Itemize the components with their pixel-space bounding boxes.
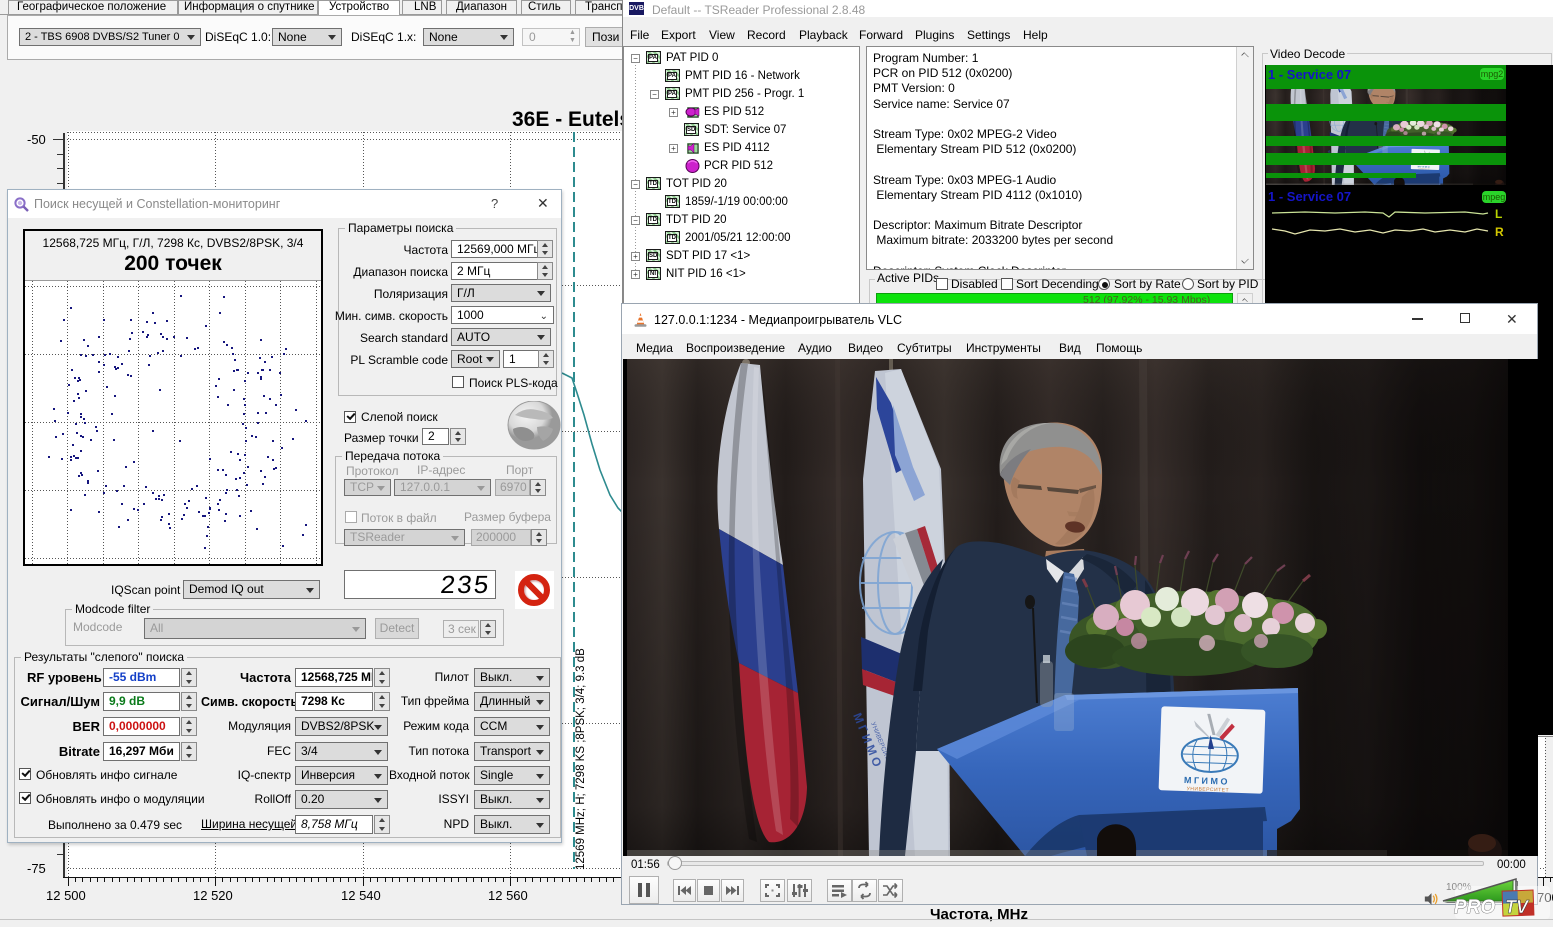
svg-text:L: L [1495, 207, 1502, 221]
svg-text:TV: TV [1505, 897, 1530, 917]
svg-text:R: R [1495, 225, 1504, 239]
svg-text:PRO: PRO [1454, 897, 1495, 918]
svg-text:МГИМО: МГИМО [1184, 775, 1230, 787]
